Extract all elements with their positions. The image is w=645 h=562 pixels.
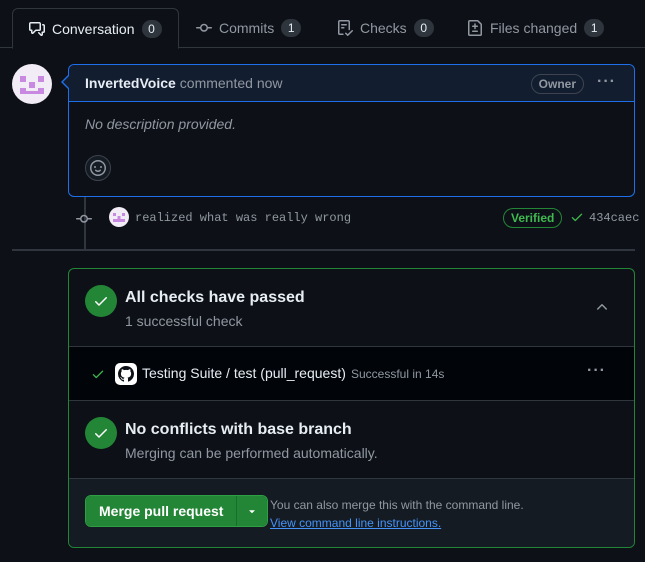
triangle-down-icon: [249, 510, 256, 514]
check-run-row[interactable]: Testing Suite / test (pull_request) Succ…: [69, 347, 634, 401]
checks-summary: All checks have passed 1 successful chec…: [69, 269, 634, 347]
tab-checks[interactable]: Checks 0: [321, 8, 450, 48]
timeline-commit-item: realized what was really wrong Verified …: [76, 207, 639, 229]
tab-commits-label: Commits: [219, 20, 275, 36]
comment-author[interactable]: InvertedVoice: [85, 75, 176, 91]
command-line-instructions-link[interactable]: View command line instructions.: [270, 516, 441, 530]
tab-files-changed[interactable]: Files changed 1: [451, 8, 620, 48]
checklist-icon: [338, 20, 353, 36]
tab-files-changed-label: Files changed: [490, 20, 578, 36]
tab-checks-count: 0: [413, 19, 434, 37]
check-icon: [571, 213, 583, 222]
add-reaction-button[interactable]: [85, 155, 111, 181]
no-conflicts-badge: [85, 417, 117, 449]
pr-tab-bar: Conversation 0 Commits 1 Checks 0 Files …: [0, 0, 645, 49]
owner-badge: Owner: [530, 74, 584, 94]
command-line-hint: You can also merge this with the command…: [270, 498, 524, 512]
chevron-up-icon[interactable]: [594, 299, 610, 315]
commit-message[interactable]: realized what was really wrong: [135, 211, 351, 225]
comment-menu-button[interactable]: ···: [597, 73, 616, 91]
identicon-icon: [113, 213, 125, 222]
merge-button-group: Merge pull request: [85, 495, 269, 527]
git-commit-icon: [76, 214, 92, 223]
commit-sha[interactable]: 434caec: [589, 211, 639, 225]
tab-conversation-label: Conversation: [52, 20, 135, 37]
tab-conversation[interactable]: Conversation 0: [12, 8, 179, 49]
merge-method-dropdown[interactable]: [236, 496, 268, 526]
comment-caret-fill: [63, 75, 70, 89]
conflicts-title: No conflicts with base branch: [125, 421, 352, 438]
tab-commits[interactable]: Commits 1: [180, 8, 317, 48]
tab-conversation-count: 0: [141, 19, 162, 38]
comment-body: No description provided.: [85, 116, 236, 132]
commit-author-avatar[interactable]: [109, 207, 129, 227]
smiley-icon: [90, 160, 106, 176]
comment-header: InvertedVoice commented now Owner ···: [69, 65, 634, 102]
check-run-name[interactable]: Testing Suite / test (pull_request): [142, 365, 346, 381]
git-commit-icon: [196, 23, 212, 32]
verified-badge[interactable]: Verified: [503, 208, 563, 228]
check-run-status: Successful in 14s: [351, 367, 445, 381]
merge-box: All checks have passed 1 successful chec…: [68, 268, 635, 548]
author-avatar[interactable]: [12, 64, 52, 104]
checks-passed-badge: [85, 285, 117, 317]
comment-timestamp: commented now: [179, 75, 283, 91]
tab-files-changed-count: 1: [584, 19, 605, 37]
pr-description-comment: InvertedVoice commented now Owner ··· No…: [68, 64, 635, 197]
check-icon: [92, 370, 104, 379]
tab-commits-count: 1: [281, 19, 302, 37]
checks-title: All checks have passed: [125, 289, 305, 306]
check-run-menu-button[interactable]: ···: [587, 362, 606, 380]
file-diff-icon: [468, 20, 482, 36]
check-icon: [95, 297, 107, 306]
merge-actions: Merge pull request You can also merge th…: [69, 479, 634, 547]
tab-checks-label: Checks: [360, 20, 407, 36]
conflicts-status: No conflicts with base branch Merging ca…: [69, 401, 634, 479]
timeline-divider: [12, 249, 635, 251]
checks-subtitle: 1 successful check: [125, 313, 243, 329]
github-icon: [115, 363, 137, 385]
check-icon: [95, 429, 107, 438]
identicon-icon: [20, 76, 44, 94]
comment-discussion-icon: [29, 21, 45, 36]
merge-pull-request-button[interactable]: Merge pull request: [86, 496, 237, 526]
conflicts-subtitle: Merging can be performed automatically.: [125, 445, 378, 461]
